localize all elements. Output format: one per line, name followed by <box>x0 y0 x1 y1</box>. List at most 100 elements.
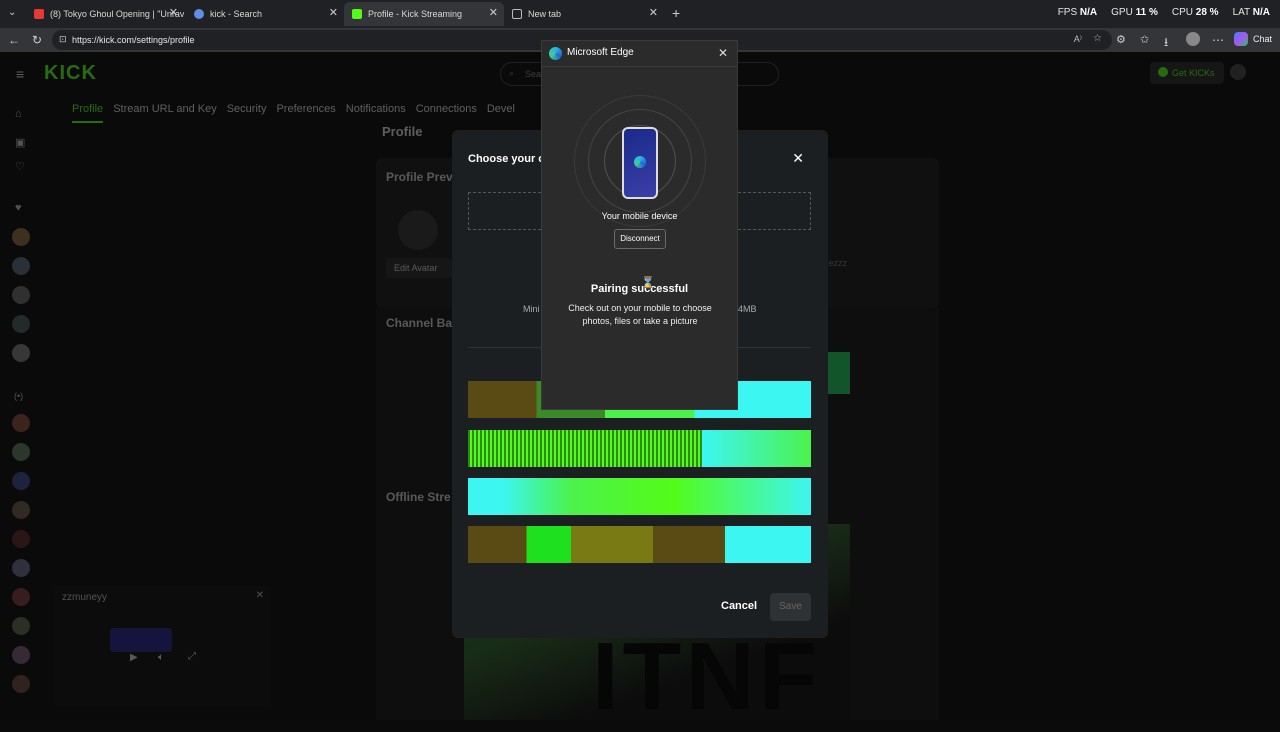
lat-value: N/A <box>1252 7 1270 18</box>
channel-avatar[interactable] <box>12 344 30 362</box>
dialog-header: Microsoft Edge ✕ <box>542 41 737 67</box>
youtube-icon <box>34 9 44 19</box>
banner-text: ITNF <box>592 623 822 730</box>
volume-icon[interactable]: 🔈︎ <box>158 652 164 663</box>
cpu-label: CPU <box>1171 7 1193 18</box>
kicks-coin-icon <box>1158 67 1168 77</box>
gpu-label: GPU <box>1111 7 1133 18</box>
refresh-icon[interactable]: ↻ <box>32 33 42 47</box>
channel-avatar[interactable] <box>12 559 30 577</box>
banner-preview <box>828 352 850 394</box>
channel-avatar[interactable] <box>12 286 30 304</box>
channel-avatar[interactable] <box>12 501 30 519</box>
chat-label[interactable]: Chat <box>1253 34 1272 44</box>
channel-avatar[interactable] <box>12 530 30 548</box>
channel-avatar[interactable] <box>12 443 30 461</box>
channel-avatar[interactable] <box>12 617 30 635</box>
edge-mobile-pairing-dialog: Microsoft Edge ✕ Your mobile device Disc… <box>541 40 738 410</box>
tab-title: (8) Tokyo Ghoul Opening | "Unrav <box>50 9 184 19</box>
kick-logo[interactable]: KICK <box>44 62 97 85</box>
close-icon[interactable]: ✕ <box>329 6 338 19</box>
disconnect-button[interactable]: Disconnect <box>614 229 666 249</box>
image-preview-strip[interactable] <box>468 526 811 563</box>
new-tab-plus-icon[interactable]: + <box>672 5 680 21</box>
requirements-text: Mini <box>523 304 540 314</box>
image-preview-strip[interactable] <box>468 478 811 515</box>
image-preview-strip[interactable] <box>468 430 811 467</box>
gpu-value: 11 % <box>1135 7 1158 18</box>
dialog-title: Microsoft Edge <box>567 47 634 58</box>
channel-avatar[interactable] <box>12 646 30 664</box>
following-heart-icon[interactable]: ♡ <box>15 160 25 173</box>
close-icon[interactable]: ✕ <box>718 46 728 60</box>
tab-connections[interactable]: Connections <box>416 103 477 123</box>
device-label: Your mobile device <box>601 211 678 221</box>
heart-icon: ♥ <box>15 202 22 214</box>
extensions-icon[interactable]: ⚙ <box>1116 33 1126 46</box>
tab-new-tab[interactable]: New tab ✕ <box>504 2 664 26</box>
tab-developer[interactable]: Devel <box>487 103 515 123</box>
play-icon[interactable]: ▶ <box>130 652 138 663</box>
tab-title: kick - Search <box>210 9 263 19</box>
close-icon[interactable]: ✕ <box>256 590 264 601</box>
profile-avatar-icon[interactable] <box>1186 32 1200 46</box>
tab-kick-profile[interactable]: Profile - Kick Streaming ✕ <box>344 2 504 26</box>
live-broadcast-icon: (•) <box>14 391 24 401</box>
channel-avatar[interactable] <box>12 414 30 432</box>
more-menu-icon[interactable]: ⋯ <box>1212 33 1224 47</box>
browse-icon[interactable]: ▣ <box>15 136 25 149</box>
tab-kick-search[interactable]: kick - Search ✕ <box>186 2 344 26</box>
modal-title: Choose your c <box>468 153 545 165</box>
tab-profile[interactable]: Profile <box>72 103 104 123</box>
user-avatar[interactable] <box>1230 64 1246 80</box>
performance-overlay: FPS N/A GPU 11 % CPU 28 % LAT N/A <box>1058 7 1270 18</box>
settings-tabs: Profile Stream URL and Key Security Pref… <box>72 103 515 123</box>
save-button[interactable]: Save <box>770 593 811 621</box>
page-title: Profile <box>382 124 423 139</box>
channel-avatar[interactable] <box>12 228 30 246</box>
edit-avatar-button[interactable]: Edit Avatar <box>386 258 452 278</box>
tab-notifications[interactable]: Notifications <box>346 103 406 123</box>
search-icon <box>194 9 204 19</box>
copilot-icon[interactable] <box>1234 32 1248 46</box>
mini-player[interactable]: zzmuneyy ✕ ▶ 🔈︎ ⤢ <box>54 586 270 706</box>
url-text: https://kick.com/settings/profile <box>72 35 195 45</box>
get-kicks-label: Get KICKs <box>1172 68 1215 78</box>
new-tab-page-icon <box>512 9 522 19</box>
get-kicks-button[interactable]: Get KICKs <box>1150 62 1224 84</box>
close-icon[interactable]: ✕ <box>489 6 498 19</box>
max-size-text: 4MB <box>738 304 757 314</box>
fullscreen-icon[interactable]: ⤢ <box>188 651 196 662</box>
tab-stream-url[interactable]: Stream URL and Key <box>113 103 217 123</box>
hamburger-menu-icon[interactable]: ≡ <box>16 66 24 82</box>
tab-security[interactable]: Security <box>227 103 267 123</box>
channel-avatar[interactable] <box>12 257 30 275</box>
favorite-star-icon[interactable]: ☆ <box>1093 33 1102 44</box>
lock-icon: ⊡ <box>59 34 67 44</box>
home-icon[interactable]: ⌂ <box>15 108 22 120</box>
busy-cursor-icon: ⌛ <box>641 277 655 289</box>
channel-avatar[interactable] <box>12 315 30 333</box>
close-icon[interactable]: ✕ <box>169 6 178 19</box>
cancel-button[interactable]: Cancel <box>721 600 757 612</box>
channel-avatar[interactable] <box>12 588 30 606</box>
lat-label: LAT <box>1232 7 1250 18</box>
favorites-icon[interactable]: ✩ <box>1140 33 1149 46</box>
tab-tokyo-ghoul[interactable]: (8) Tokyo Ghoul Opening | "Unrav ✕ <box>26 2 184 26</box>
close-icon[interactable]: ✕ <box>792 150 804 167</box>
channel-avatar[interactable] <box>12 675 30 693</box>
pairing-status-body: Check out on your mobile to choose photo… <box>568 303 712 326</box>
channel-avatar[interactable] <box>12 472 30 490</box>
tab-list-chevron-icon[interactable]: ⌄ <box>8 7 16 18</box>
tab-title: New tab <box>528 9 562 19</box>
tab-preferences[interactable]: Preferences <box>276 103 335 123</box>
section-title: Channel Ba <box>386 316 453 330</box>
section-title: Offline Stre <box>386 490 451 504</box>
kick-icon <box>352 9 362 19</box>
download-icon[interactable]: ⭳ <box>1164 33 1168 54</box>
read-aloud-icon[interactable]: A⁾ <box>1074 34 1082 45</box>
close-icon[interactable]: ✕ <box>649 6 658 19</box>
section-title: Profile Prev <box>386 170 453 184</box>
back-arrow-icon[interactable]: ← <box>8 33 20 47</box>
mini-player-username: zzmuneyy <box>62 592 108 603</box>
